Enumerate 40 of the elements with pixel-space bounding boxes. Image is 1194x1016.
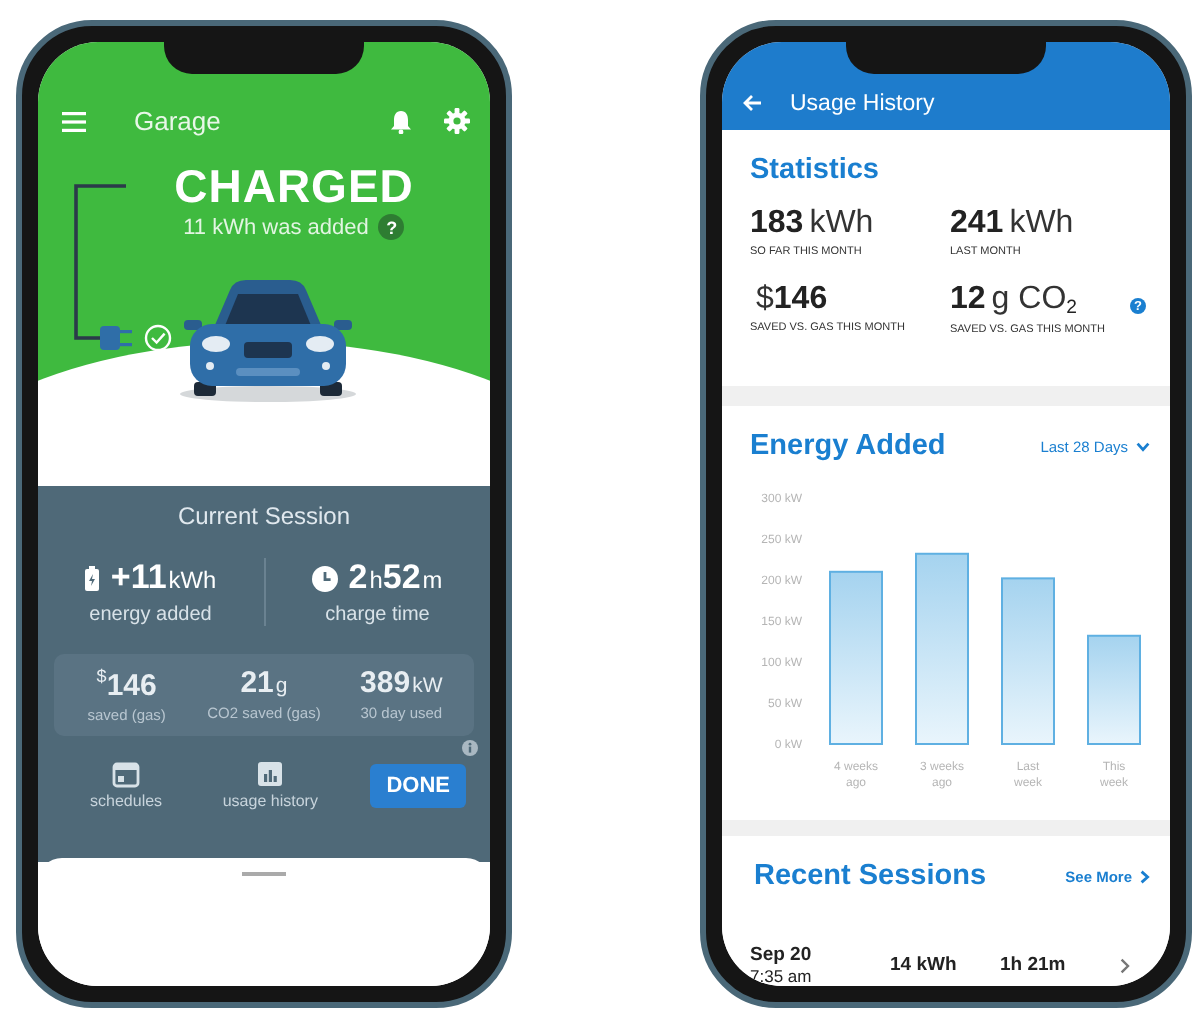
session-date: Sep 20	[750, 944, 814, 967]
nav-button[interactable]: usage history	[198, 760, 343, 811]
screen-title: Usage History	[790, 92, 935, 117]
status-headline: CHARGED	[174, 160, 414, 214]
session-energy: 14 kWh	[890, 954, 959, 977]
stat-value: 183 kWh	[750, 206, 874, 243]
app-title: Garage	[134, 106, 223, 136]
battery-icon	[84, 565, 101, 591]
stat-label: charge time	[325, 604, 430, 626]
bar-chart-icon	[256, 760, 285, 789]
bar	[1087, 635, 1141, 746]
chevron-right-icon	[1140, 869, 1150, 884]
stat-value: $146	[754, 282, 828, 319]
info-icon[interactable]	[462, 740, 478, 757]
back-arrow-icon[interactable]	[742, 94, 762, 113]
section-title: Energy Added	[750, 430, 946, 463]
stat-value: +11kWh	[110, 558, 217, 598]
clock-icon	[312, 565, 339, 591]
session-duration: 1h 21m	[1000, 954, 1068, 977]
chevron-down-icon	[1136, 441, 1150, 452]
section-title: Statistics	[750, 154, 881, 187]
stat-value: 389kW	[360, 666, 443, 700]
panel-title: Current Session	[177, 500, 351, 530]
chevron-right-icon	[1120, 957, 1130, 974]
stat-value: 2 h52m	[348, 558, 443, 598]
nav-button[interactable]: schedules	[54, 760, 199, 811]
stat-label: energy added	[89, 604, 212, 626]
stat-value: 21g	[240, 666, 288, 700]
drag-handle[interactable]	[242, 872, 286, 876]
section-title: Recent Sessions	[754, 860, 987, 893]
menu-icon[interactable]	[62, 111, 86, 131]
help-button[interactable]: ?	[378, 214, 405, 240]
stat-value: 12 g CO$_{2}$	[950, 282, 1077, 320]
stat-value: 241 kWh	[950, 206, 1074, 243]
settings-icon[interactable]	[444, 108, 470, 134]
done-button[interactable]: DONE	[370, 763, 466, 808]
bell-icon[interactable]	[390, 109, 412, 133]
charge-summary: 11 kWh was added	[183, 215, 369, 239]
stat-value: $^{$}$146	[96, 666, 157, 703]
calendar-icon	[112, 760, 141, 789]
